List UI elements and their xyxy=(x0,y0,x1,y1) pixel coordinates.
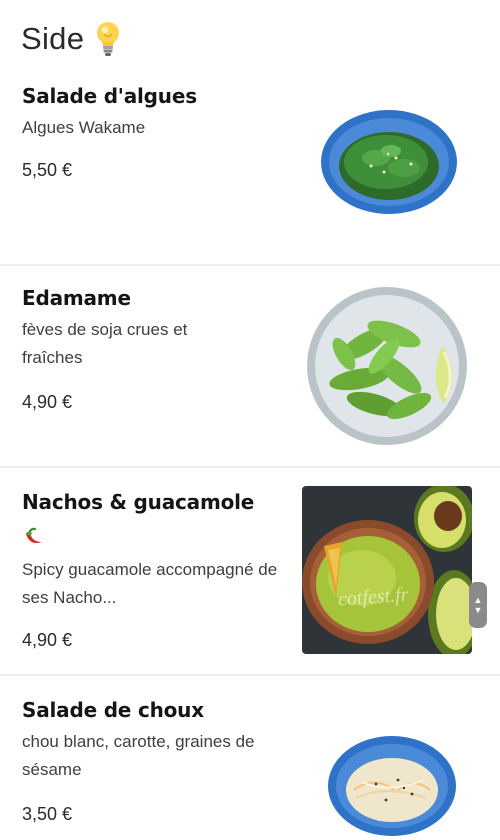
section-header: Side xyxy=(21,18,122,60)
scroll-handle[interactable]: ▲ ▼ xyxy=(469,582,487,628)
chevron-down-icon: ▼ xyxy=(473,605,483,615)
item-name: Edamame xyxy=(22,286,131,310)
chevron-up-icon: ▲ xyxy=(473,595,483,605)
item-price: 4,90 € xyxy=(22,392,73,412)
guacamole-image xyxy=(302,486,472,654)
menu-page: Side Salade d'algues Algues Wakame 5,50 … xyxy=(0,0,500,840)
cabbage-salad-image xyxy=(328,736,456,836)
menu-item-salade-algues[interactable]: Salade d'algues Algues Wakame 5,50 € xyxy=(0,68,500,264)
item-description: Algues Wakame xyxy=(22,118,146,137)
seaweed-salad-image xyxy=(321,110,457,214)
item-description: fèves de soja crues et fraîches xyxy=(22,320,188,367)
item-name: Nachos & guacamole xyxy=(22,490,255,514)
section-title: Side xyxy=(21,21,85,56)
item-name: Salade d'algues xyxy=(22,84,197,108)
watermark: cotfest.fr xyxy=(337,583,410,611)
item-description: chou blanc, carotte, graines de sésame xyxy=(22,732,255,779)
menu-item-edamame[interactable]: Edamame fèves de soja crues et fraîches … xyxy=(0,266,500,466)
item-name: Salade de choux xyxy=(22,698,204,722)
edamame-image xyxy=(307,287,467,445)
menu-item-nachos-guacamole[interactable]: Nachos & guacamole Spicy guacamole accom… xyxy=(0,468,500,674)
item-price: 4,90 € xyxy=(22,630,73,650)
item-description: Spicy guacamole accompagné de ses Nacho.… xyxy=(22,560,278,607)
menu-item-salade-choux[interactable]: Salade de choux chou blanc, carotte, gra… xyxy=(0,676,500,840)
item-price: 3,50 € xyxy=(22,804,73,824)
chili-pepper-icon xyxy=(26,527,42,543)
item-price: 5,50 € xyxy=(22,160,73,180)
lightbulb-icon xyxy=(97,22,120,56)
